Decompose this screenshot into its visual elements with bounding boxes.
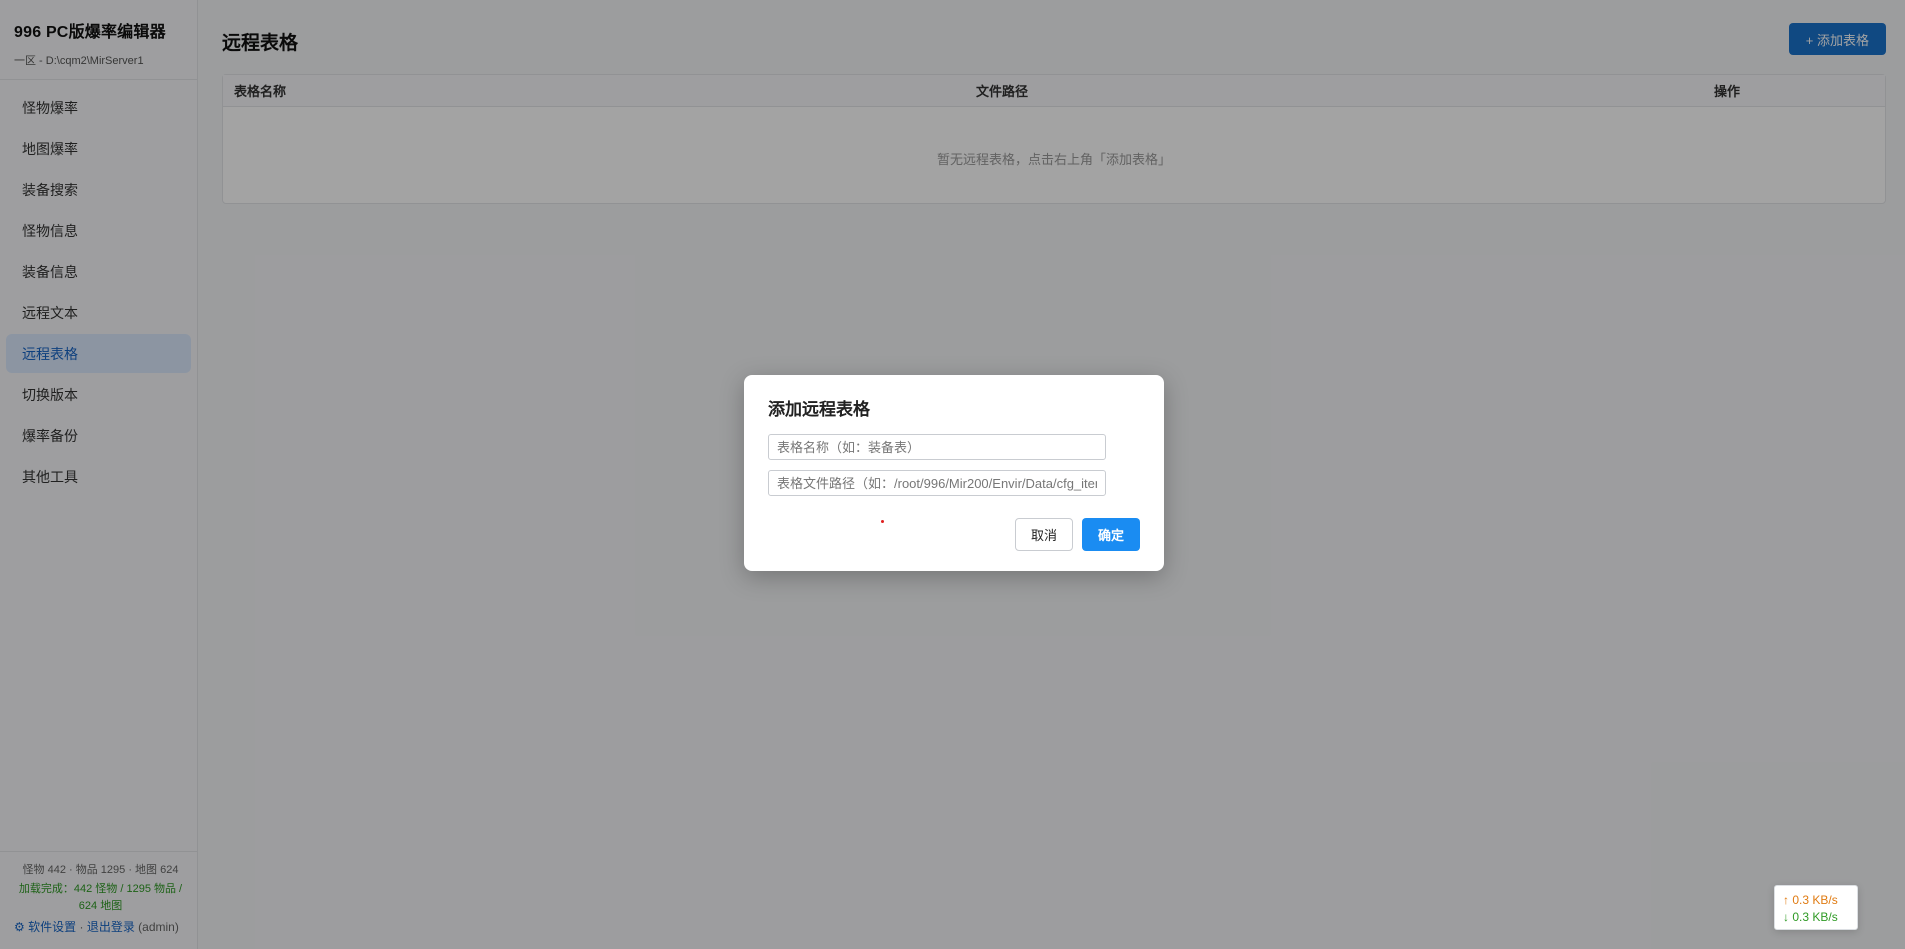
- table-path-input[interactable]: [768, 470, 1106, 496]
- confirm-button[interactable]: 确定: [1081, 518, 1140, 551]
- table-name-input[interactable]: [768, 434, 1106, 460]
- download-speed: ↓ 0.3 KB/s: [1783, 910, 1838, 924]
- cancel-button[interactable]: 取消: [1014, 518, 1073, 551]
- cursor-dot: [881, 520, 884, 523]
- add-remote-table-dialog: 添加远程表格 取消 确定: [744, 375, 1164, 571]
- upload-speed: ↑ 0.3 KB/s: [1783, 893, 1838, 907]
- dialog-actions: 取消 确定: [1014, 518, 1140, 551]
- network-speed-widget: ↑ 0.3 KB/s ↓ 0.3 KB/s: [1774, 885, 1858, 930]
- dialog-title: 添加远程表格: [768, 400, 870, 419]
